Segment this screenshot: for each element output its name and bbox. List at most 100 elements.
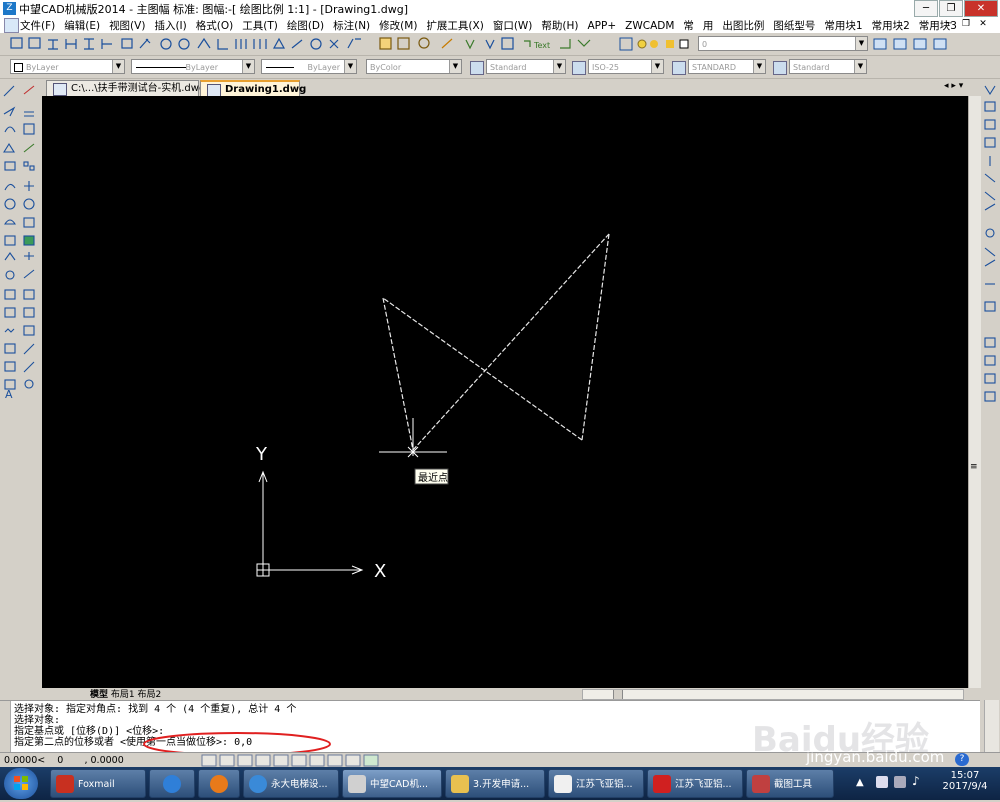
document-tabs: C:\...\扶手带测试台-实机.dwg Drawing1.dwg ◂ ▸ ▾ [42,79,968,97]
dimstyle-icon [572,61,586,75]
tab-drawing1-dwg[interactable]: Drawing1.dwg [200,80,306,97]
mdi-minimize-button[interactable]: ─ [943,18,955,30]
pdf-icon [653,775,671,793]
view-tools-icons[interactable] [983,82,997,412]
taskbar-snipping-tool[interactable]: 截图工具 [746,769,834,798]
vertical-scrollbar[interactable]: ≡ [968,96,981,688]
plotstyle-select[interactable]: ByColor ▼ [366,59,462,74]
taskbar-foxmail[interactable]: Foxmail [50,769,146,798]
volume-icon[interactable]: ♪ [912,774,920,788]
foxmail-icon [56,775,74,793]
menu-block-2[interactable]: 常用块2 [872,20,910,32]
system-tray: ▲ ♪ 15:07 2017/9/4 [836,767,1000,800]
mdi-close-button[interactable]: ✕ [977,18,989,30]
menu-zwcadm[interactable]: ZWCADM [625,20,674,32]
taskbar-ie[interactable]: 永大电梯设... [243,769,339,798]
menu-yong[interactable]: 用 [703,20,714,32]
clock-time: 15:07 [950,770,980,781]
menu-format[interactable]: 格式(O) [196,20,233,32]
menu-window[interactable]: 窗口(W) [493,20,533,32]
title-bar: Z 中望CAD机械版2014 - 主图幅 标准: 图幅:-[ 绘图比例 1:1]… [0,0,1000,17]
menu-draw[interactable]: 绘图(D) [287,20,324,32]
close-button[interactable]: ✕ [964,0,998,17]
menu-bar: 文件(F) 编辑(E) 视图(V) 插入(I) 格式(O) 工具(T) 绘图(D) 标注(N)… [0,17,1000,33]
dimension-tools-icons[interactable] [10,36,370,52]
menu-items: 文件(F) 编辑(E) 视图(V) 插入(I) 格式(O) 工具(T) 绘图(D) 标注(N)… [20,18,966,33]
menu-file[interactable]: 文件(F) [20,20,55,32]
help-icon[interactable]: ? [955,753,969,766]
mleaderstyle-icon [773,61,787,75]
tab-model[interactable]: 模型 [90,690,108,700]
firefox-icon [210,775,228,793]
status-toggle-buttons[interactable] [200,754,380,767]
menu-modify[interactable]: 修改(M) [379,20,417,32]
menu-insert[interactable]: 插入(I) [154,20,186,32]
tray-expand-icon[interactable]: ▲ [856,777,864,788]
svg-text:A: A [5,388,13,401]
taskbar-word-doc[interactable]: 江苏飞亚铝... [548,769,644,798]
taskbar-zwcad[interactable]: 中望CAD机... [342,769,442,798]
dimstyle-select[interactable]: ISO-25 ▼ [588,59,664,74]
app-logo-icon: Z [3,2,16,15]
snipping-tool-icon [752,775,770,793]
textstyle-icon [470,61,484,75]
taskbar-pdf[interactable]: 江苏飞亚铝... [647,769,743,798]
taskbar-firefox[interactable] [198,769,240,798]
horizontal-scrollbar[interactable] [582,689,964,700]
restore-button[interactable]: ❐ [939,0,963,17]
tab-layout1[interactable]: 布局1 [111,690,135,700]
menu-help[interactable]: 帮助(H) [541,20,578,32]
lineweight-select[interactable]: ByLayer ▼ [261,59,357,74]
command-scrollbar[interactable] [984,700,999,752]
menu-plot-scale[interactable]: 出图比例 [722,20,764,32]
inquiry-tools-icons[interactable]: Text [378,36,608,52]
tab-layout2[interactable]: 布局2 [138,690,162,700]
layer-state-icons[interactable] [618,36,708,52]
menu-dimension[interactable]: 标注(N) [333,20,370,32]
menu-app-plus[interactable]: APP+ [588,20,617,32]
draw-modify-tools-icons[interactable]: A [2,82,40,402]
zwcad-icon [348,775,366,793]
mleaderstyle-select[interactable]: Standard ▼ [789,59,867,74]
dwg-file-icon [53,83,67,96]
flag-icon[interactable] [876,776,888,788]
menu-tools[interactable]: 工具(T) [242,20,278,32]
selected-line[interactable] [412,233,610,451]
clock[interactable]: 15:07 2017/9/4 [940,770,990,792]
command-grip[interactable] [0,701,11,753]
tablestyle-select[interactable]: STANDARD ▼ [688,59,766,74]
textstyle-select[interactable]: Standard ▼ [486,59,566,74]
layer-tools-icons[interactable] [872,36,952,52]
baidu-watermark-url: jingyan.baidu.com [806,748,945,766]
folder-icon [451,775,469,793]
selected-line[interactable] [581,233,610,441]
drawing-svg: 最近点 Y X [255,233,610,582]
layout-tabs-bar: 模型 布局1 布局2 [42,687,980,700]
start-button[interactable] [4,768,38,799]
drawing-canvas[interactable]: 最近点 Y X [42,96,968,688]
menu-view[interactable]: 视图(V) [109,20,145,32]
menu-sheet-type[interactable]: 图纸型号 [773,20,815,32]
minimize-button[interactable]: ─ [914,0,938,17]
coordinates-readout: 0.0000< 0 , 0.0000 [4,755,124,766]
linetype-select[interactable]: ByLayer ▼ [131,59,255,74]
tab-handrail-test-dwg[interactable]: C:\...\扶手带测试台-实机.dwg [46,80,205,96]
taskbar-skype[interactable] [149,769,195,798]
scroll-thumb[interactable]: ≡ [970,462,979,472]
ucs-y-label: Y [255,444,268,465]
tablestyle-icon [672,61,686,75]
menu-block-1[interactable]: 常用块1 [824,20,862,32]
layer-select[interactable]: 0 ▼ [698,36,868,51]
menu-edit[interactable]: 编辑(E) [64,20,100,32]
color-select[interactable]: ByLayer ▼ [10,59,125,74]
taskbar-folder[interactable]: 3.开发申请... [445,769,545,798]
menu-chang[interactable]: 常 [683,20,694,32]
snap-tooltip: 最近点 [418,471,448,484]
selected-line[interactable] [382,297,414,451]
menu-extend-tools[interactable]: 扩展工具(X) [426,20,483,32]
tab-scroll-arrows[interactable]: ◂ ▸ ▾ [944,81,963,91]
mdi-restore-button[interactable]: ❐ [960,18,972,30]
hscroll-thumb[interactable] [613,690,623,699]
network-icon[interactable] [894,776,906,788]
layout-tabs: 模型 布局1 布局2 [90,687,161,700]
